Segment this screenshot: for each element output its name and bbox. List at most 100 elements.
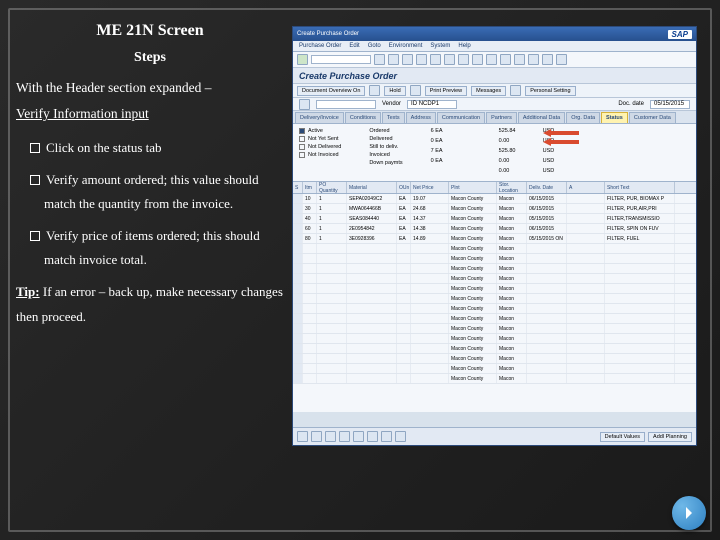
- callout-arrow-icon: [543, 138, 579, 146]
- print-preview-button[interactable]: Print Preview: [425, 86, 467, 96]
- menu-item[interactable]: System: [430, 43, 450, 49]
- status-labels: Ordered Delivered Still to deliv. Invoic…: [369, 128, 402, 177]
- prev-page-icon[interactable]: [472, 54, 483, 65]
- menu-item[interactable]: Purchase Order: [299, 43, 341, 49]
- po-type-field[interactable]: [316, 100, 376, 109]
- find-icon[interactable]: [444, 54, 455, 65]
- shortcut-icon[interactable]: [528, 54, 539, 65]
- grid-tool-icon[interactable]: [339, 431, 350, 442]
- column-header[interactable]: OUn: [397, 182, 411, 193]
- tip-text: Tip: If an error – back up, make necessa…: [16, 280, 284, 328]
- next-page-icon[interactable]: [486, 54, 497, 65]
- instruction-panel: ME 21N Screen Steps With the Header sect…: [16, 22, 284, 329]
- table-row[interactable]: Macon CountyMacon: [293, 304, 696, 314]
- menu-item[interactable]: Environment: [389, 43, 423, 49]
- grid-tool-icon[interactable]: [353, 431, 364, 442]
- cancel-icon[interactable]: [416, 54, 427, 65]
- table-row[interactable]: 8013E0928396EA14.89Macon CountyMacon05/1…: [293, 234, 696, 244]
- table-row[interactable]: Macon CountyMacon: [293, 354, 696, 364]
- save-icon[interactable]: [374, 54, 385, 65]
- table-row[interactable]: Macon CountyMacon: [293, 324, 696, 334]
- back-icon[interactable]: [388, 54, 399, 65]
- grid-tool-icon[interactable]: [325, 431, 336, 442]
- tab-org-data[interactable]: Org. Data: [566, 112, 600, 123]
- menu-item[interactable]: Edit: [349, 43, 359, 49]
- tip-label: Tip:: [16, 284, 40, 299]
- first-page-icon[interactable]: [458, 54, 469, 65]
- header-tabs: Delivery/Invoice Conditions Texts Addres…: [293, 111, 696, 124]
- table-row[interactable]: Macon CountyMacon: [293, 344, 696, 354]
- table-row[interactable]: Macon CountyMacon: [293, 254, 696, 264]
- tab-partners[interactable]: Partners: [486, 112, 517, 123]
- tab-additional-data[interactable]: Additional Data: [518, 112, 565, 123]
- sap-logo: SAP: [668, 30, 692, 39]
- print-icon[interactable]: [430, 54, 441, 65]
- column-header[interactable]: S: [293, 182, 303, 193]
- create-icon[interactable]: [369, 85, 380, 96]
- personal-setting-button[interactable]: Personal Setting: [525, 86, 575, 96]
- table-row[interactable]: 401SEAS084440EA14.37Macon CountyMacon05/…: [293, 214, 696, 224]
- check-icon[interactable]: [297, 54, 308, 65]
- table-row[interactable]: Macon CountyMacon: [293, 334, 696, 344]
- menu-bar[interactable]: Purchase Order Edit Goto Environment Sys…: [293, 41, 696, 52]
- table-row[interactable]: 101SEPA02049C2EA19.07Macon CountyMacon06…: [293, 194, 696, 204]
- command-field[interactable]: [311, 55, 371, 64]
- table-row[interactable]: Macon CountyMacon: [293, 264, 696, 274]
- addl-planning-button[interactable]: Addl Planning: [648, 432, 692, 442]
- tab-communication[interactable]: Communication: [437, 112, 485, 123]
- header-row: Vendor ID NCDP1 Doc. date 05/15/2015: [293, 98, 696, 111]
- tab-address[interactable]: Address: [406, 112, 436, 123]
- check-doc-icon[interactable]: [410, 85, 421, 96]
- messages-button[interactable]: Messages: [471, 86, 506, 96]
- grid-tool-icon[interactable]: [297, 431, 308, 442]
- tab-delivery[interactable]: Delivery/Invoice: [295, 112, 344, 123]
- tab-status[interactable]: Status: [601, 112, 628, 123]
- tab-customer-data[interactable]: Customer Data: [629, 112, 676, 123]
- column-header[interactable]: Short Text: [605, 182, 675, 193]
- arrow-right-icon: [680, 504, 698, 522]
- default-values-button[interactable]: Default Values: [600, 432, 645, 442]
- status-flags: Active Not Yet Sent Not Delivered Not In…: [299, 128, 341, 177]
- table-row[interactable]: 301MWA064466BEA24.68Macon CountyMacon06/…: [293, 204, 696, 214]
- table-row[interactable]: Macon CountyMacon: [293, 244, 696, 254]
- table-row[interactable]: Macon CountyMacon: [293, 274, 696, 284]
- menu-item[interactable]: Goto: [368, 43, 381, 49]
- create-session-icon[interactable]: [514, 54, 525, 65]
- intro-line-1: With the Header section expanded –: [16, 78, 284, 98]
- doc-date-field[interactable]: 05/15/2015: [650, 100, 690, 109]
- column-header[interactable]: PO Quantity: [317, 182, 347, 193]
- tab-conditions[interactable]: Conditions: [345, 112, 381, 123]
- column-header[interactable]: Itm: [303, 182, 317, 193]
- column-header[interactable]: Net Price: [411, 182, 449, 193]
- grid-tool-icon[interactable]: [311, 431, 322, 442]
- info-icon[interactable]: [510, 85, 521, 96]
- layout-icon[interactable]: [556, 54, 567, 65]
- table-row[interactable]: Macon CountyMacon: [293, 284, 696, 294]
- next-slide-button[interactable]: [672, 496, 706, 530]
- table-row[interactable]: Macon CountyMacon: [293, 294, 696, 304]
- menu-item[interactable]: Help: [458, 43, 470, 49]
- last-page-icon[interactable]: [500, 54, 511, 65]
- callout-arrow-icon: [543, 129, 579, 137]
- expand-icon[interactable]: [299, 99, 310, 110]
- table-row[interactable]: Macon CountyMacon: [293, 374, 696, 384]
- status-values: 6 EA525.84USD0 EA0.00USD7 EA525.80USD0 E…: [431, 128, 561, 177]
- tab-texts[interactable]: Texts: [382, 112, 405, 123]
- exit-icon[interactable]: [402, 54, 413, 65]
- column-header[interactable]: Stor. Location: [497, 182, 527, 193]
- table-row[interactable]: Macon CountyMacon: [293, 364, 696, 374]
- column-header[interactable]: Deliv. Date: [527, 182, 567, 193]
- hold-button[interactable]: Hold: [384, 86, 405, 96]
- table-row[interactable]: Macon CountyMacon: [293, 314, 696, 324]
- column-header[interactable]: Material: [347, 182, 397, 193]
- table-row[interactable]: 6012E0954842EA14.38Macon CountyMacon06/1…: [293, 224, 696, 234]
- doc-overview-button[interactable]: Document Overview On: [297, 86, 365, 96]
- column-header[interactable]: A: [567, 182, 605, 193]
- help-icon[interactable]: [542, 54, 553, 65]
- grid-tool-icon[interactable]: [367, 431, 378, 442]
- sap-screenshot: Create Purchase Order SAP Purchase Order…: [292, 26, 697, 446]
- column-header[interactable]: Plnt: [449, 182, 497, 193]
- grid-tool-icon[interactable]: [395, 431, 406, 442]
- grid-tool-icon[interactable]: [381, 431, 392, 442]
- vendor-field[interactable]: ID NCDP1: [407, 100, 457, 109]
